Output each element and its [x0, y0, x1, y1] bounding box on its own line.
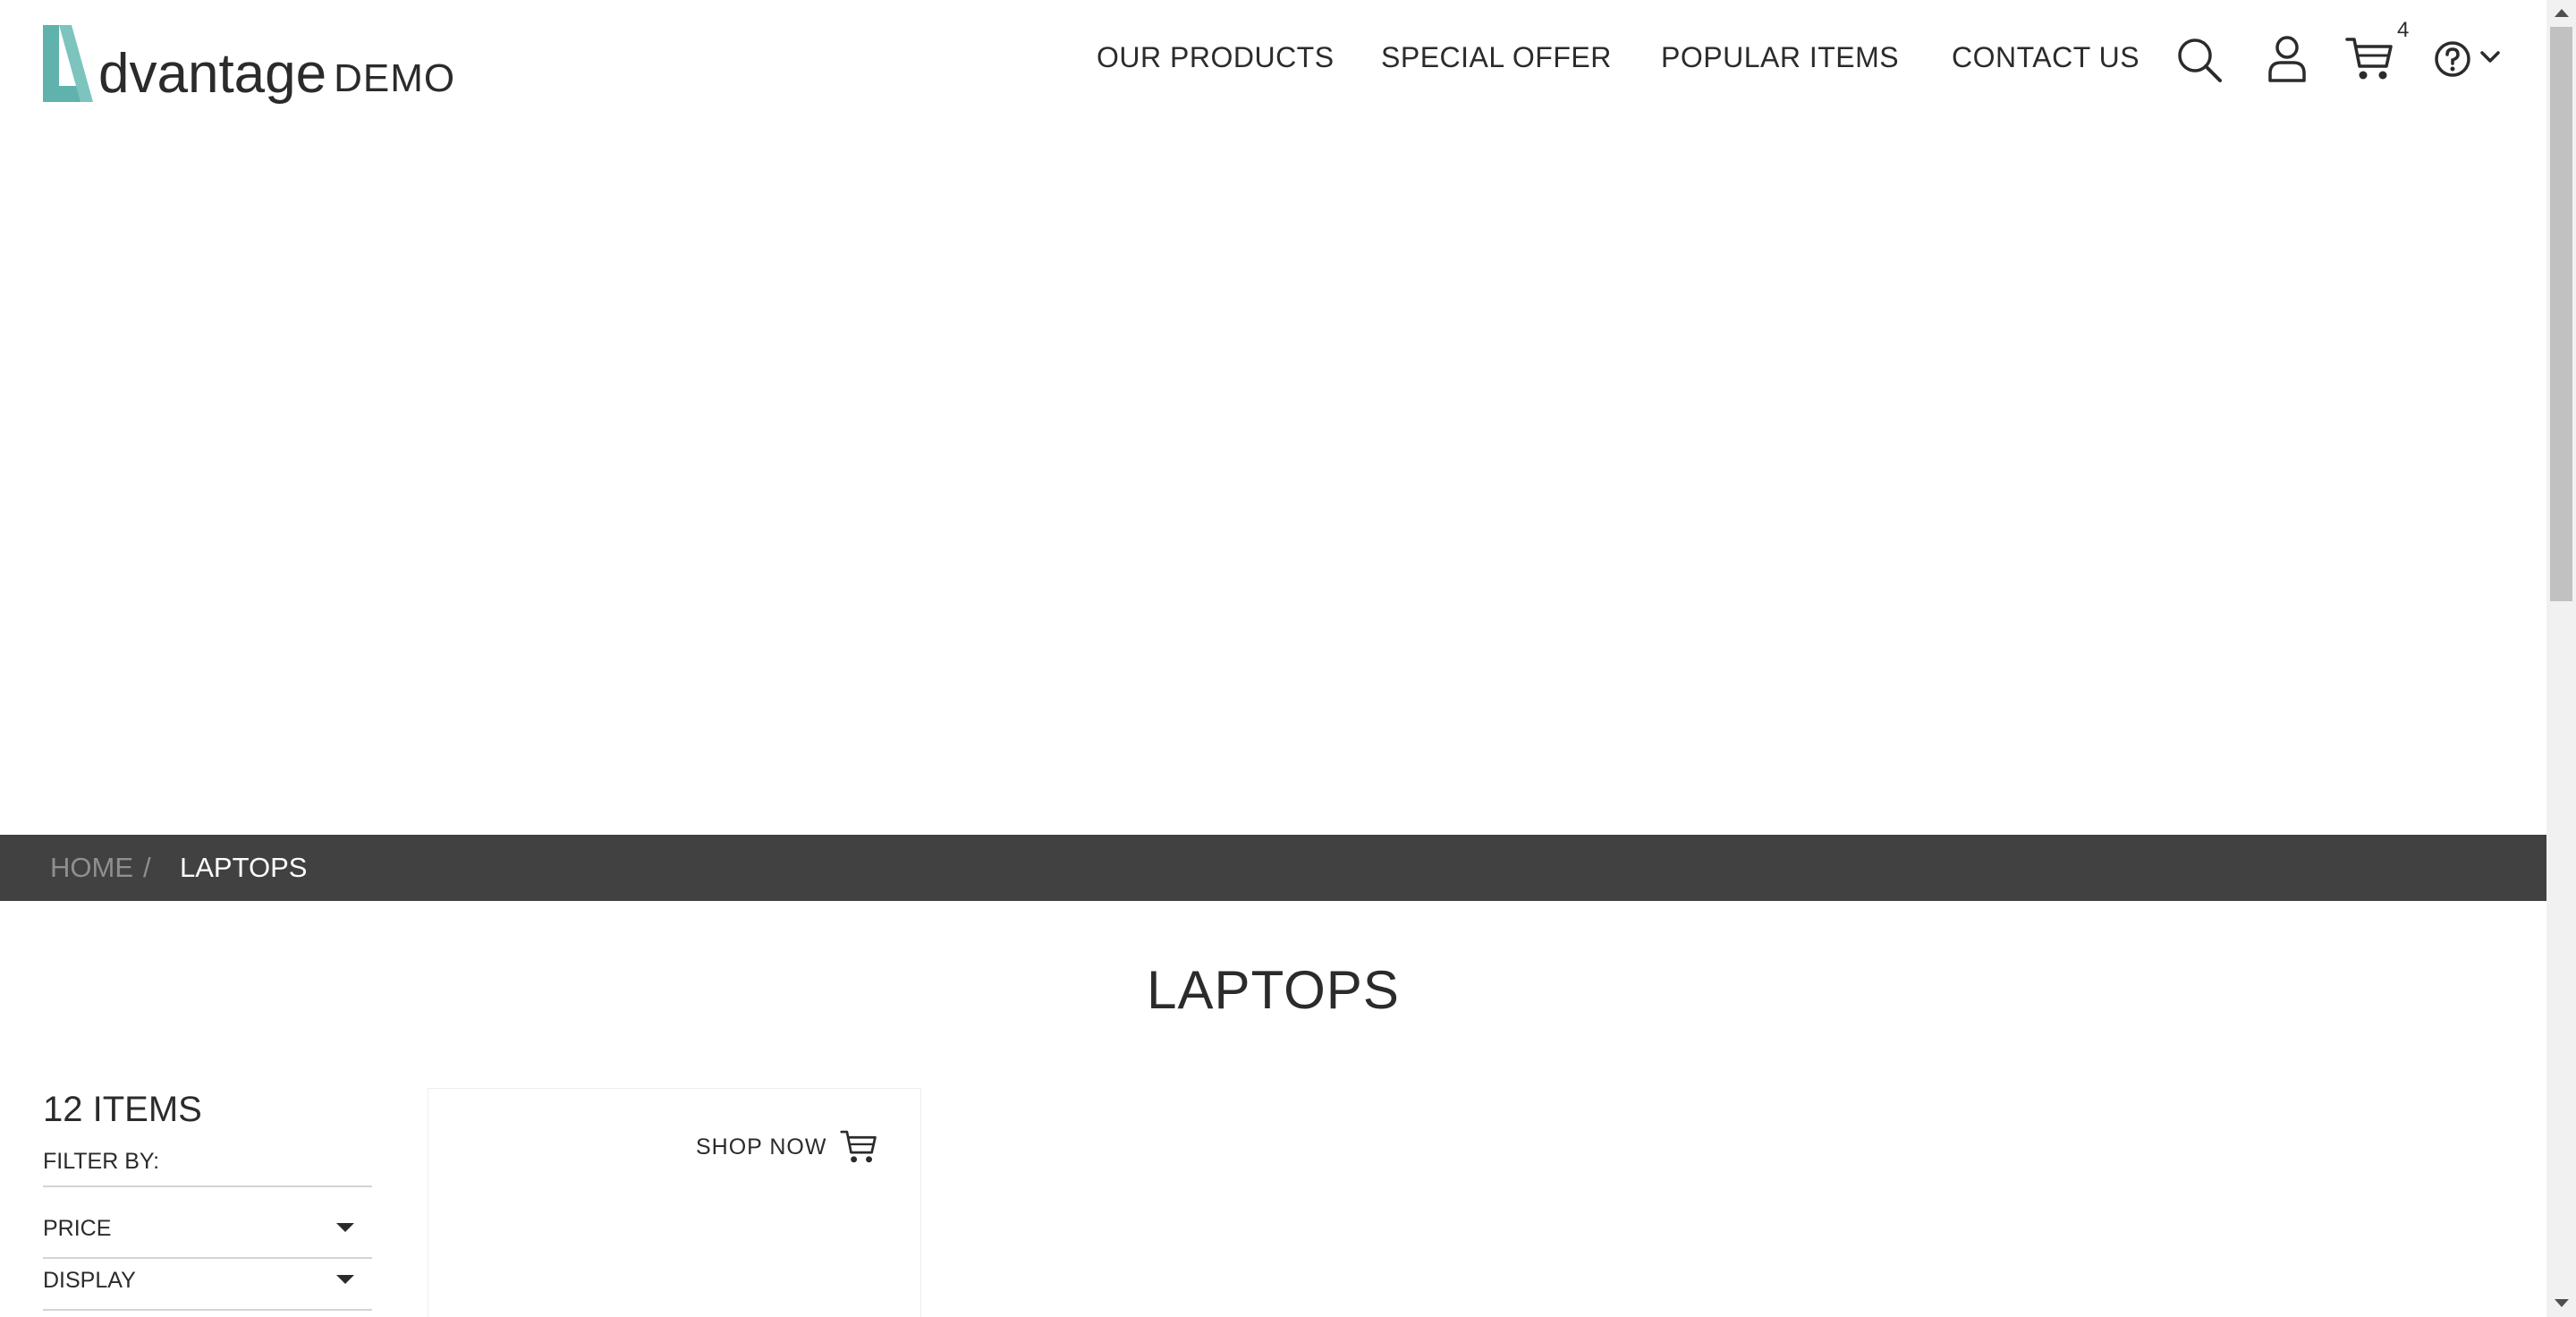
cart-icon	[840, 1130, 877, 1163]
cart-icon[interactable]	[2345, 36, 2394, 82]
filter-display-label: DISPLAY	[43, 1268, 136, 1293]
breadcrumb-home-link[interactable]: HOME	[50, 852, 133, 884]
nav-our-products[interactable]: OUR PRODUCTS	[1097, 41, 1335, 74]
hero-banner	[0, 120, 2546, 836]
page-title: LAPTOPS	[1147, 960, 1400, 1020]
header: dvantage DEMO OUR PRODUCTS SPECIAL OFFER…	[0, 0, 2546, 120]
scroll-up-arrow-icon[interactable]	[2555, 9, 2569, 17]
filter-price-label: PRICE	[43, 1216, 112, 1241]
nav-contact-us[interactable]: CONTACT US	[1952, 41, 2140, 74]
filter-price[interactable]: PRICE	[43, 1207, 372, 1259]
shop-now-button[interactable]: SHOP NOW	[696, 1129, 878, 1165]
items-count: 12 ITEMS	[43, 1090, 202, 1129]
logo-wordmark: dvantage	[98, 43, 327, 105]
logo-mark-icon	[43, 25, 93, 102]
search-icon[interactable]	[2175, 36, 2224, 84]
user-icon[interactable]	[2267, 34, 2308, 82]
breadcrumb: HOME / LAPTOPS	[0, 835, 2546, 901]
nav-popular-items[interactable]: POPULAR ITEMS	[1661, 41, 1899, 74]
page: dvantage DEMO OUR PRODUCTS SPECIAL OFFER…	[0, 0, 2576, 1317]
caret-down-icon	[336, 1223, 354, 1232]
breadcrumb-separator: /	[143, 852, 151, 883]
breadcrumb-current: LAPTOPS	[180, 852, 308, 883]
caret-down-icon	[336, 1275, 354, 1284]
logo-demo-label: DEMO	[334, 56, 456, 100]
scroll-down-arrow-icon[interactable]	[2555, 1299, 2569, 1307]
logo[interactable]: dvantage DEMO	[39, 16, 455, 106]
filter-display[interactable]: DISPLAY	[43, 1259, 372, 1311]
filter-by-heading: FILTER BY:	[43, 1149, 372, 1187]
chevron-down-icon[interactable]	[2479, 50, 2501, 64]
vertical-scrollbar[interactable]	[2546, 0, 2576, 1317]
nav-special-offer[interactable]: SPECIAL OFFER	[1381, 41, 1612, 74]
cart-count-badge: 4	[2397, 18, 2410, 42]
shop-now-label: SHOP NOW	[696, 1134, 827, 1160]
help-icon[interactable]	[2433, 39, 2472, 79]
scrollbar-thumb[interactable]	[2550, 27, 2572, 601]
product-card[interactable]	[428, 1088, 921, 1317]
